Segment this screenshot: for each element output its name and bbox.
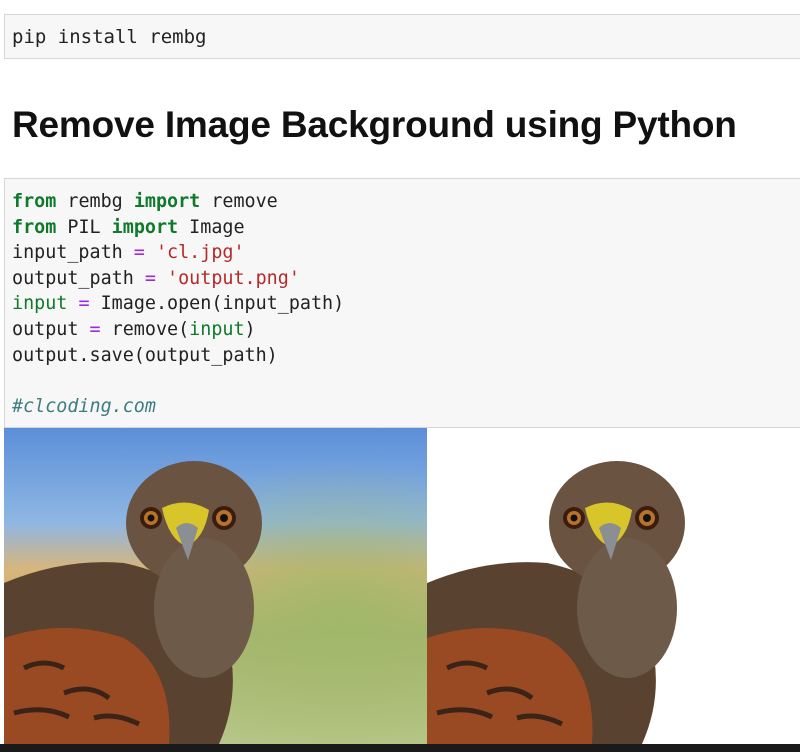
background-removed-hawk-image (427, 428, 800, 744)
code-line-5: input = Image.open(input_path) (12, 293, 345, 315)
code-line-7: output.save(output_path) (12, 344, 278, 366)
python-code-cell[interactable]: from rembg import remove from PIL import… (4, 178, 800, 428)
original-hawk-image (4, 428, 427, 744)
install-command: pip install rembg (12, 26, 207, 48)
code-line-2: from PIL import Image (12, 216, 245, 238)
code-line-3: input_path = 'cl.jpg' (12, 242, 245, 264)
install-code-cell[interactable]: pip install rembg (4, 14, 800, 59)
code-line-1: from rembg import remove (12, 191, 278, 212)
page-title: Remove Image Background using Python (12, 104, 737, 145)
bottom-edge-bar (0, 744, 800, 752)
code-line-4: output_path = 'output.png' (12, 267, 300, 289)
code-comment-line: #clcoding.com (12, 395, 156, 417)
code-line-6: output = remove(input) (12, 318, 256, 340)
